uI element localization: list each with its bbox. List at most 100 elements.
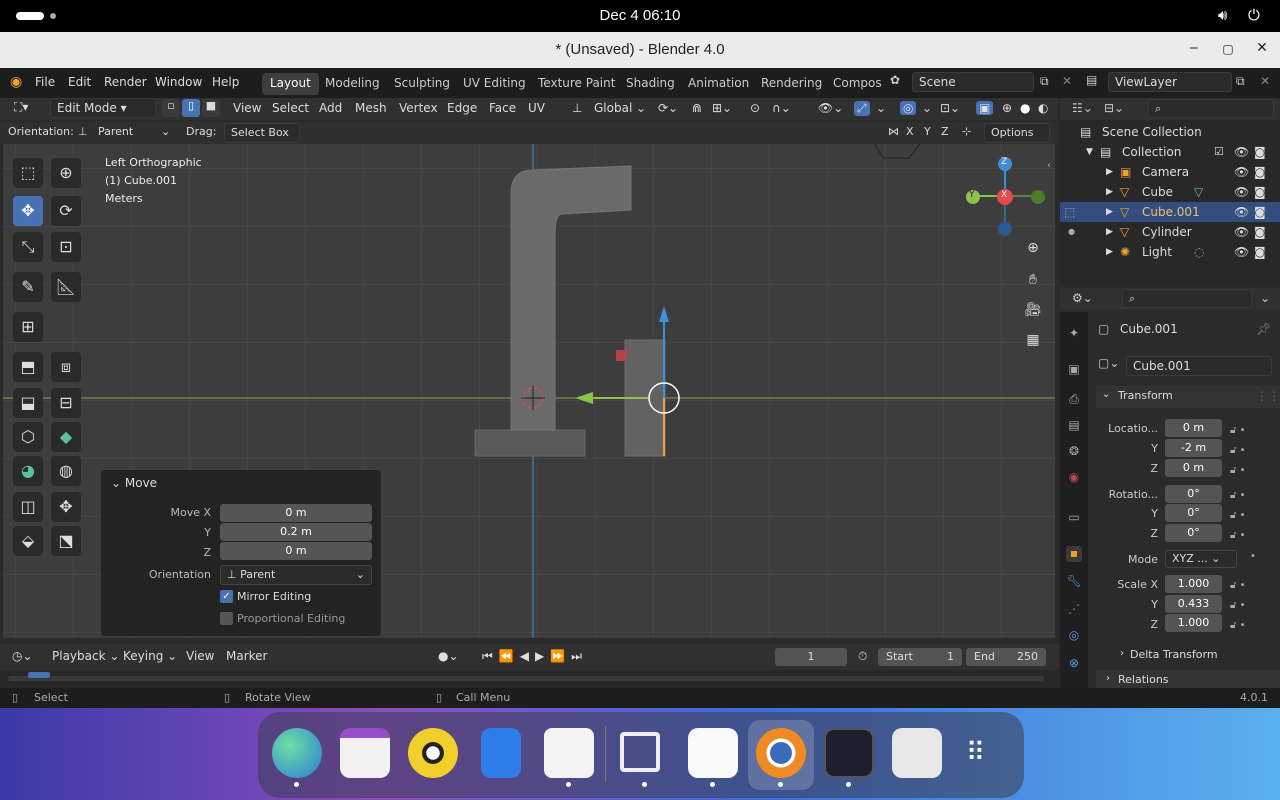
mirror-icon[interactable]: ⋈: [888, 125, 899, 138]
start-frame-field[interactable]: Start 1: [878, 648, 962, 666]
outliner-search[interactable]: ⌕: [1148, 99, 1274, 118]
menu-marker[interactable]: Marker: [226, 649, 267, 663]
location-z-field[interactable]: 0 m: [1165, 459, 1222, 477]
face-select-icon[interactable]: ■: [202, 99, 220, 117]
menu-view[interactable]: View: [233, 101, 261, 115]
blender-app-icon[interactable]: [756, 728, 806, 778]
camera-render-icon[interactable]: ◙: [1254, 202, 1266, 222]
editor-type-icon[interactable]: ⛶▾: [14, 100, 28, 115]
remove-scene-icon[interactable]: ✕: [1062, 74, 1072, 88]
render-tab-icon[interactable]: ▣: [1066, 362, 1082, 378]
auto-merge-icon[interactable]: ⊹: [962, 125, 971, 138]
outliner-item-cube-001[interactable]: ⬚ ▶ ▽ Cube.001 👁︎ ◙: [1060, 202, 1280, 222]
chevron-right-icon[interactable]: ▶: [1106, 202, 1113, 222]
outliner-item-camera[interactable]: ▶ ▣ Camera 👁︎ ◙: [1060, 162, 1280, 182]
menu-keying[interactable]: Keying ⌄: [123, 649, 177, 663]
gizmo-dropdown-icon[interactable]: ⌄: [876, 101, 886, 115]
volume-icon[interactable]: 🔊︎: [1218, 6, 1227, 24]
menu-uv[interactable]: UV: [528, 101, 545, 115]
material-shading-icon[interactable]: ◐: [1038, 101, 1048, 115]
add-cube-tool-icon[interactable]: ⊞: [13, 312, 43, 342]
tab-rendering[interactable]: Rendering: [753, 73, 830, 95]
cursor-tool-icon[interactable]: ⊕: [51, 158, 81, 188]
text-editor-app-icon[interactable]: [688, 728, 738, 778]
move-orientation-dropdown[interactable]: ⊥ Parent ⌄: [220, 565, 372, 585]
close-button[interactable]: ✕: [1252, 40, 1272, 56]
select-box-tool-icon[interactable]: ⬚: [13, 158, 43, 188]
object-name-field[interactable]: Cube.001: [1126, 356, 1272, 376]
transform-orientation-dropdown[interactable]: Global: [594, 101, 632, 115]
mode-selector[interactable]: Edit Mode ▾: [50, 98, 156, 118]
chevron-right-icon[interactable]: ▶: [1106, 222, 1113, 242]
edge-slide-tool-icon[interactable]: ◫: [13, 492, 43, 522]
new-view-layer-icon[interactable]: ⧉: [1236, 74, 1245, 89]
drag-dropdown[interactable]: Select Box: [224, 123, 300, 143]
timeline-scrollbar[interactable]: [8, 676, 1044, 681]
vertex-select-icon[interactable]: ▫: [162, 99, 180, 117]
knife-tool-icon[interactable]: ⬡: [13, 422, 43, 452]
loop-cut-tool-icon[interactable]: ⊟: [51, 388, 81, 418]
menu-file[interactable]: File: [35, 75, 55, 89]
pan-hand-icon[interactable]: ✋︎: [1021, 272, 1045, 296]
navigation-gizmo[interactable]: Z Y X: [965, 156, 1055, 236]
menu-add[interactable]: Add: [319, 101, 342, 115]
extrude-tool-icon[interactable]: ⬒: [13, 352, 43, 382]
menu-help[interactable]: Help: [212, 75, 239, 89]
physics-tab-icon[interactable]: ◎: [1066, 628, 1082, 644]
chevron-down-icon[interactable]: ▼: [1086, 142, 1093, 162]
pivot-icon[interactable]: ⟳⌄: [658, 101, 678, 115]
wireframe-shading-icon[interactable]: ⊕: [1002, 101, 1012, 115]
camera-render-icon[interactable]: ◙: [1254, 222, 1266, 242]
lock-icon[interactable]: 🔓︎ • 🔓︎ • 🔓︎ •: [1230, 486, 1246, 546]
camera-render-icon[interactable]: ◙: [1254, 182, 1266, 202]
world-tab-icon[interactable]: ◉: [1066, 470, 1082, 486]
move-y-field[interactable]: 0.2 m: [220, 523, 372, 541]
modifier-tab-icon[interactable]: 🔧︎: [1066, 574, 1082, 590]
eye-icon[interactable]: 👁︎: [1234, 162, 1249, 182]
falloff-icon[interactable]: ∩⌄: [772, 101, 791, 115]
chevron-down-icon[interactable]: ⌄: [161, 125, 170, 138]
measure-tool-icon[interactable]: 📐︎: [51, 272, 81, 302]
menu-timeline-view[interactable]: View: [186, 649, 214, 663]
camera-render-icon[interactable]: ◙: [1254, 242, 1266, 262]
lock-icon[interactable]: 🔓︎ • 🔓︎ • 🔓︎ •: [1230, 421, 1246, 481]
tab-compositing[interactable]: Compos: [825, 73, 890, 95]
tab-texture-paint[interactable]: Texture Paint: [530, 73, 623, 95]
eye-icon[interactable]: 👁︎: [1234, 202, 1249, 222]
output-tab-icon[interactable]: ⎙: [1066, 392, 1082, 408]
stopwatch-icon[interactable]: ⏱: [858, 649, 867, 664]
collection-row[interactable]: ▼ ▤ Collection ☑ 👁︎ ◙: [1060, 142, 1280, 162]
outliner-item-cube[interactable]: ▶ ▽ Cube ▽ 👁︎ ◙: [1060, 182, 1280, 202]
view-layer-icon[interactable]: ▤: [1086, 73, 1097, 87]
axis-y-toggle[interactable]: Y: [924, 125, 931, 138]
playback-controls[interactable]: ⏮⏪◀▶⏩⏭: [482, 649, 588, 664]
collection-checkbox-icon[interactable]: ☑: [1214, 142, 1224, 162]
edit-mode-icon[interactable]: ⬚: [1064, 202, 1075, 222]
scene-field[interactable]: Scene: [912, 72, 1034, 92]
menu-window[interactable]: Window: [155, 75, 202, 89]
overlay-toggle-icon[interactable]: ◎: [900, 101, 917, 115]
tab-sculpting[interactable]: Sculpting: [386, 73, 458, 95]
chevron-right-icon[interactable]: ▶: [1106, 242, 1113, 262]
location-x-field[interactable]: 0 m: [1165, 419, 1222, 437]
eye-icon[interactable]: 👁︎: [1234, 182, 1249, 202]
new-scene-icon[interactable]: ⧉: [1040, 74, 1049, 89]
transform-header[interactable]: ⌄ Transform ⋮⋮: [1096, 386, 1280, 408]
tab-shading[interactable]: Shading: [618, 73, 683, 95]
menu-edit[interactable]: Edit: [68, 75, 91, 89]
timeline-editor-icon[interactable]: ◷⌄: [12, 649, 33, 663]
rotate-tool-icon[interactable]: ⟳: [51, 196, 81, 226]
current-frame-field[interactable]: 1: [775, 648, 847, 666]
snap-icon[interactable]: ⋒: [692, 101, 702, 115]
software-store-app-icon[interactable]: [544, 728, 594, 778]
drag-handle-icon[interactable]: ⋮⋮: [1256, 389, 1280, 403]
camera-render-icon[interactable]: ◙: [1254, 162, 1266, 182]
chevron-right-icon[interactable]: ▶: [1106, 162, 1113, 182]
inset-tool-icon[interactable]: ⧈: [51, 352, 81, 382]
timeline-scrubber[interactable]: [0, 670, 1058, 688]
tool-tab-icon[interactable]: ✦: [1066, 326, 1082, 342]
proportional-edit-icon[interactable]: ⊙: [750, 101, 760, 115]
move-x-field[interactable]: 0 m: [220, 504, 372, 522]
menu-face[interactable]: Face: [489, 101, 516, 115]
mesh-overlay-icon[interactable]: ⊡⌄: [940, 101, 960, 115]
